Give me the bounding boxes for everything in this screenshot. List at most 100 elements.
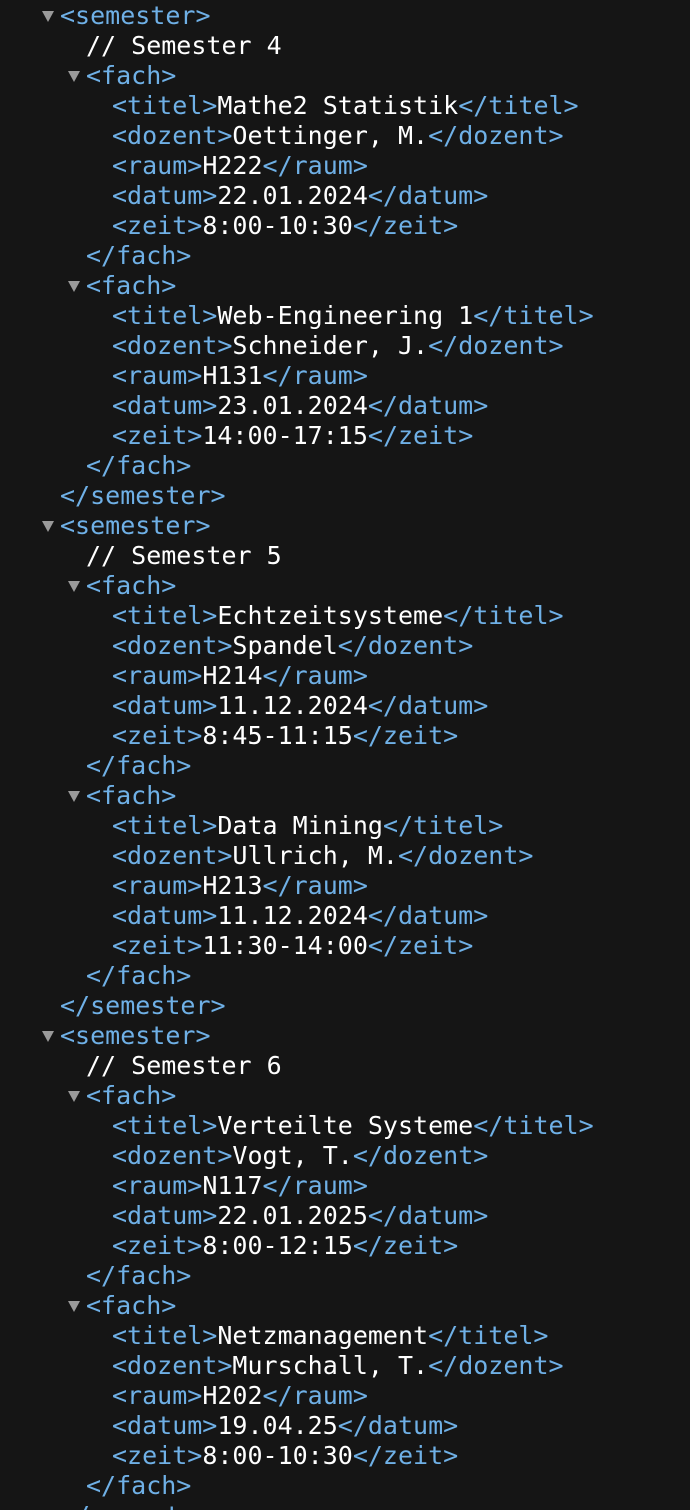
field-value: H222 <box>202 151 263 180</box>
field-value: 19.04.25 <box>217 1411 338 1440</box>
field-titel: <titel>Verteilte Systeme</titel> <box>112 1111 594 1141</box>
field-titel: <titel>Mathe2 Statistik</titel> <box>112 91 579 121</box>
field-value: 11.12.2024 <box>217 691 368 720</box>
open-tag: <datum> <box>112 1411 218 1440</box>
expand-caret-icon[interactable] <box>68 71 80 82</box>
open-tag: <datum> <box>112 181 218 210</box>
tag-name: </fach> <box>86 241 192 270</box>
close-tag: </raum> <box>262 661 368 690</box>
expand-caret-icon[interactable] <box>68 1301 80 1312</box>
semester-open-tag: <semester> <box>60 1021 211 1051</box>
close-tag: </zeit> <box>352 1231 459 1260</box>
close-tag: </titel> <box>382 811 504 840</box>
fach-open-tag: <fach> <box>86 781 176 811</box>
field-value: Web-Engineering 1 <box>217 301 474 330</box>
field-value: Data Mining <box>217 811 383 840</box>
field-datum: <datum>19.04.25</datum> <box>112 1411 458 1441</box>
expand-caret-icon[interactable] <box>68 281 80 292</box>
field-datum: <datum>11.12.2024</datum> <box>112 691 488 721</box>
field-raum: <raum>H131</raum> <box>112 361 368 391</box>
close-tag: </titel> <box>428 1321 549 1350</box>
expand-caret-icon[interactable] <box>68 791 80 802</box>
close-tag: </datum> <box>367 181 489 210</box>
close-tag: </titel> <box>443 601 564 630</box>
open-tag: <datum> <box>112 691 218 720</box>
field-value: Spandel <box>232 631 338 660</box>
open-tag: <titel> <box>112 1321 218 1350</box>
semester-open-tag: <semester> <box>60 1 211 31</box>
open-tag: <titel> <box>112 811 218 840</box>
field-dozent: <dozent>Vogt, T.</dozent> <box>112 1141 488 1171</box>
close-tag: </raum> <box>262 361 368 390</box>
field-value: 8:00-10:30 <box>202 1441 353 1470</box>
expand-caret-icon[interactable] <box>68 1091 80 1102</box>
close-tag: </titel> <box>473 301 594 330</box>
open-tag: <dozent> <box>112 121 233 150</box>
close-tag: </raum> <box>262 151 368 180</box>
open-tag: <dozent> <box>112 631 233 660</box>
field-datum: <datum>22.01.2025</datum> <box>112 1201 488 1231</box>
field-dozent: <dozent>Schneider, J.</dozent> <box>112 331 564 361</box>
open-tag: <raum> <box>112 1381 203 1410</box>
field-value: Echtzeitsysteme <box>217 601 444 630</box>
field-zeit: <zeit>8:45-11:15</zeit> <box>112 721 458 751</box>
fach-close-tag: </fach> <box>86 451 191 481</box>
expand-caret-icon[interactable] <box>42 11 54 22</box>
field-value: 22.01.2025 <box>217 1201 368 1230</box>
field-value: 8:00-10:30 <box>202 211 353 240</box>
open-tag: <titel> <box>112 91 218 120</box>
open-tag: <raum> <box>112 361 203 390</box>
field-datum: <datum>22.01.2024</datum> <box>112 181 488 211</box>
open-tag: <zeit> <box>112 211 203 240</box>
open-tag: <titel> <box>112 1111 218 1140</box>
close-tag: </raum> <box>262 1171 368 1200</box>
tag-name: </semester> <box>60 991 226 1020</box>
field-dozent: <dozent>Spandel</dozent> <box>112 631 473 661</box>
fach-close-tag: </fach> <box>86 751 191 781</box>
field-raum: <raum>H222</raum> <box>112 151 368 181</box>
field-value: H214 <box>202 661 263 690</box>
field-value: Ullrich, M. <box>232 841 398 870</box>
fach-open-tag: <fach> <box>86 61 176 91</box>
close-tag: </zeit> <box>367 931 474 960</box>
tag-name: <fach> <box>86 781 177 810</box>
open-tag: <dozent> <box>112 331 233 360</box>
field-value: 8:45-11:15 <box>202 721 353 750</box>
field-datum: <datum>23.01.2024</datum> <box>112 391 488 421</box>
close-tag: </dozent> <box>428 331 564 360</box>
open-tag: <zeit> <box>112 721 203 750</box>
field-zeit: <zeit>11:30-14:00</zeit> <box>112 931 473 961</box>
field-raum: <raum>H202</raum> <box>112 1381 368 1411</box>
close-tag: </zeit> <box>352 721 459 750</box>
expand-caret-icon[interactable] <box>42 521 54 532</box>
close-tag: </datum> <box>367 901 489 930</box>
open-tag: <raum> <box>112 661 203 690</box>
xml-tree-view: <semester>// Semester 4 <fach> <titel>Math… <box>0 0 690 1510</box>
open-tag: <raum> <box>112 1171 203 1200</box>
tag-name: </fach> <box>86 1261 192 1290</box>
field-dozent: <dozent>Murschall, T.</dozent> <box>112 1351 564 1381</box>
expand-caret-icon[interactable] <box>42 1031 54 1042</box>
field-value: H131 <box>202 361 263 390</box>
tag-name: <semester> <box>60 1 211 30</box>
open-tag: <dozent> <box>112 1141 233 1170</box>
field-titel: <titel>Netzmanagement</titel> <box>112 1321 549 1351</box>
close-tag: </dozent> <box>428 1351 564 1380</box>
open-tag: <datum> <box>112 1201 218 1230</box>
field-raum: <raum>H213</raum> <box>112 871 368 901</box>
field-value: Schneider, J. <box>232 331 429 360</box>
field-raum: <raum>H214</raum> <box>112 661 368 691</box>
comment-text: // Semester 5 <box>86 541 282 570</box>
field-value: 11:30-14:00 <box>202 931 368 960</box>
field-dozent: <dozent>Oettinger, M.</dozent> <box>112 121 564 151</box>
tag-name: <fach> <box>86 1081 177 1110</box>
close-tag: </dozent> <box>428 121 564 150</box>
field-value: Netzmanagement <box>217 1321 429 1350</box>
open-tag: <titel> <box>112 301 218 330</box>
open-tag: <dozent> <box>112 841 233 870</box>
tag-name: <fach> <box>86 61 177 90</box>
fach-open-tag: <fach> <box>86 571 176 601</box>
expand-caret-icon[interactable] <box>68 581 80 592</box>
field-value: Verteilte Systeme <box>217 1111 474 1140</box>
field-value: H213 <box>202 871 263 900</box>
